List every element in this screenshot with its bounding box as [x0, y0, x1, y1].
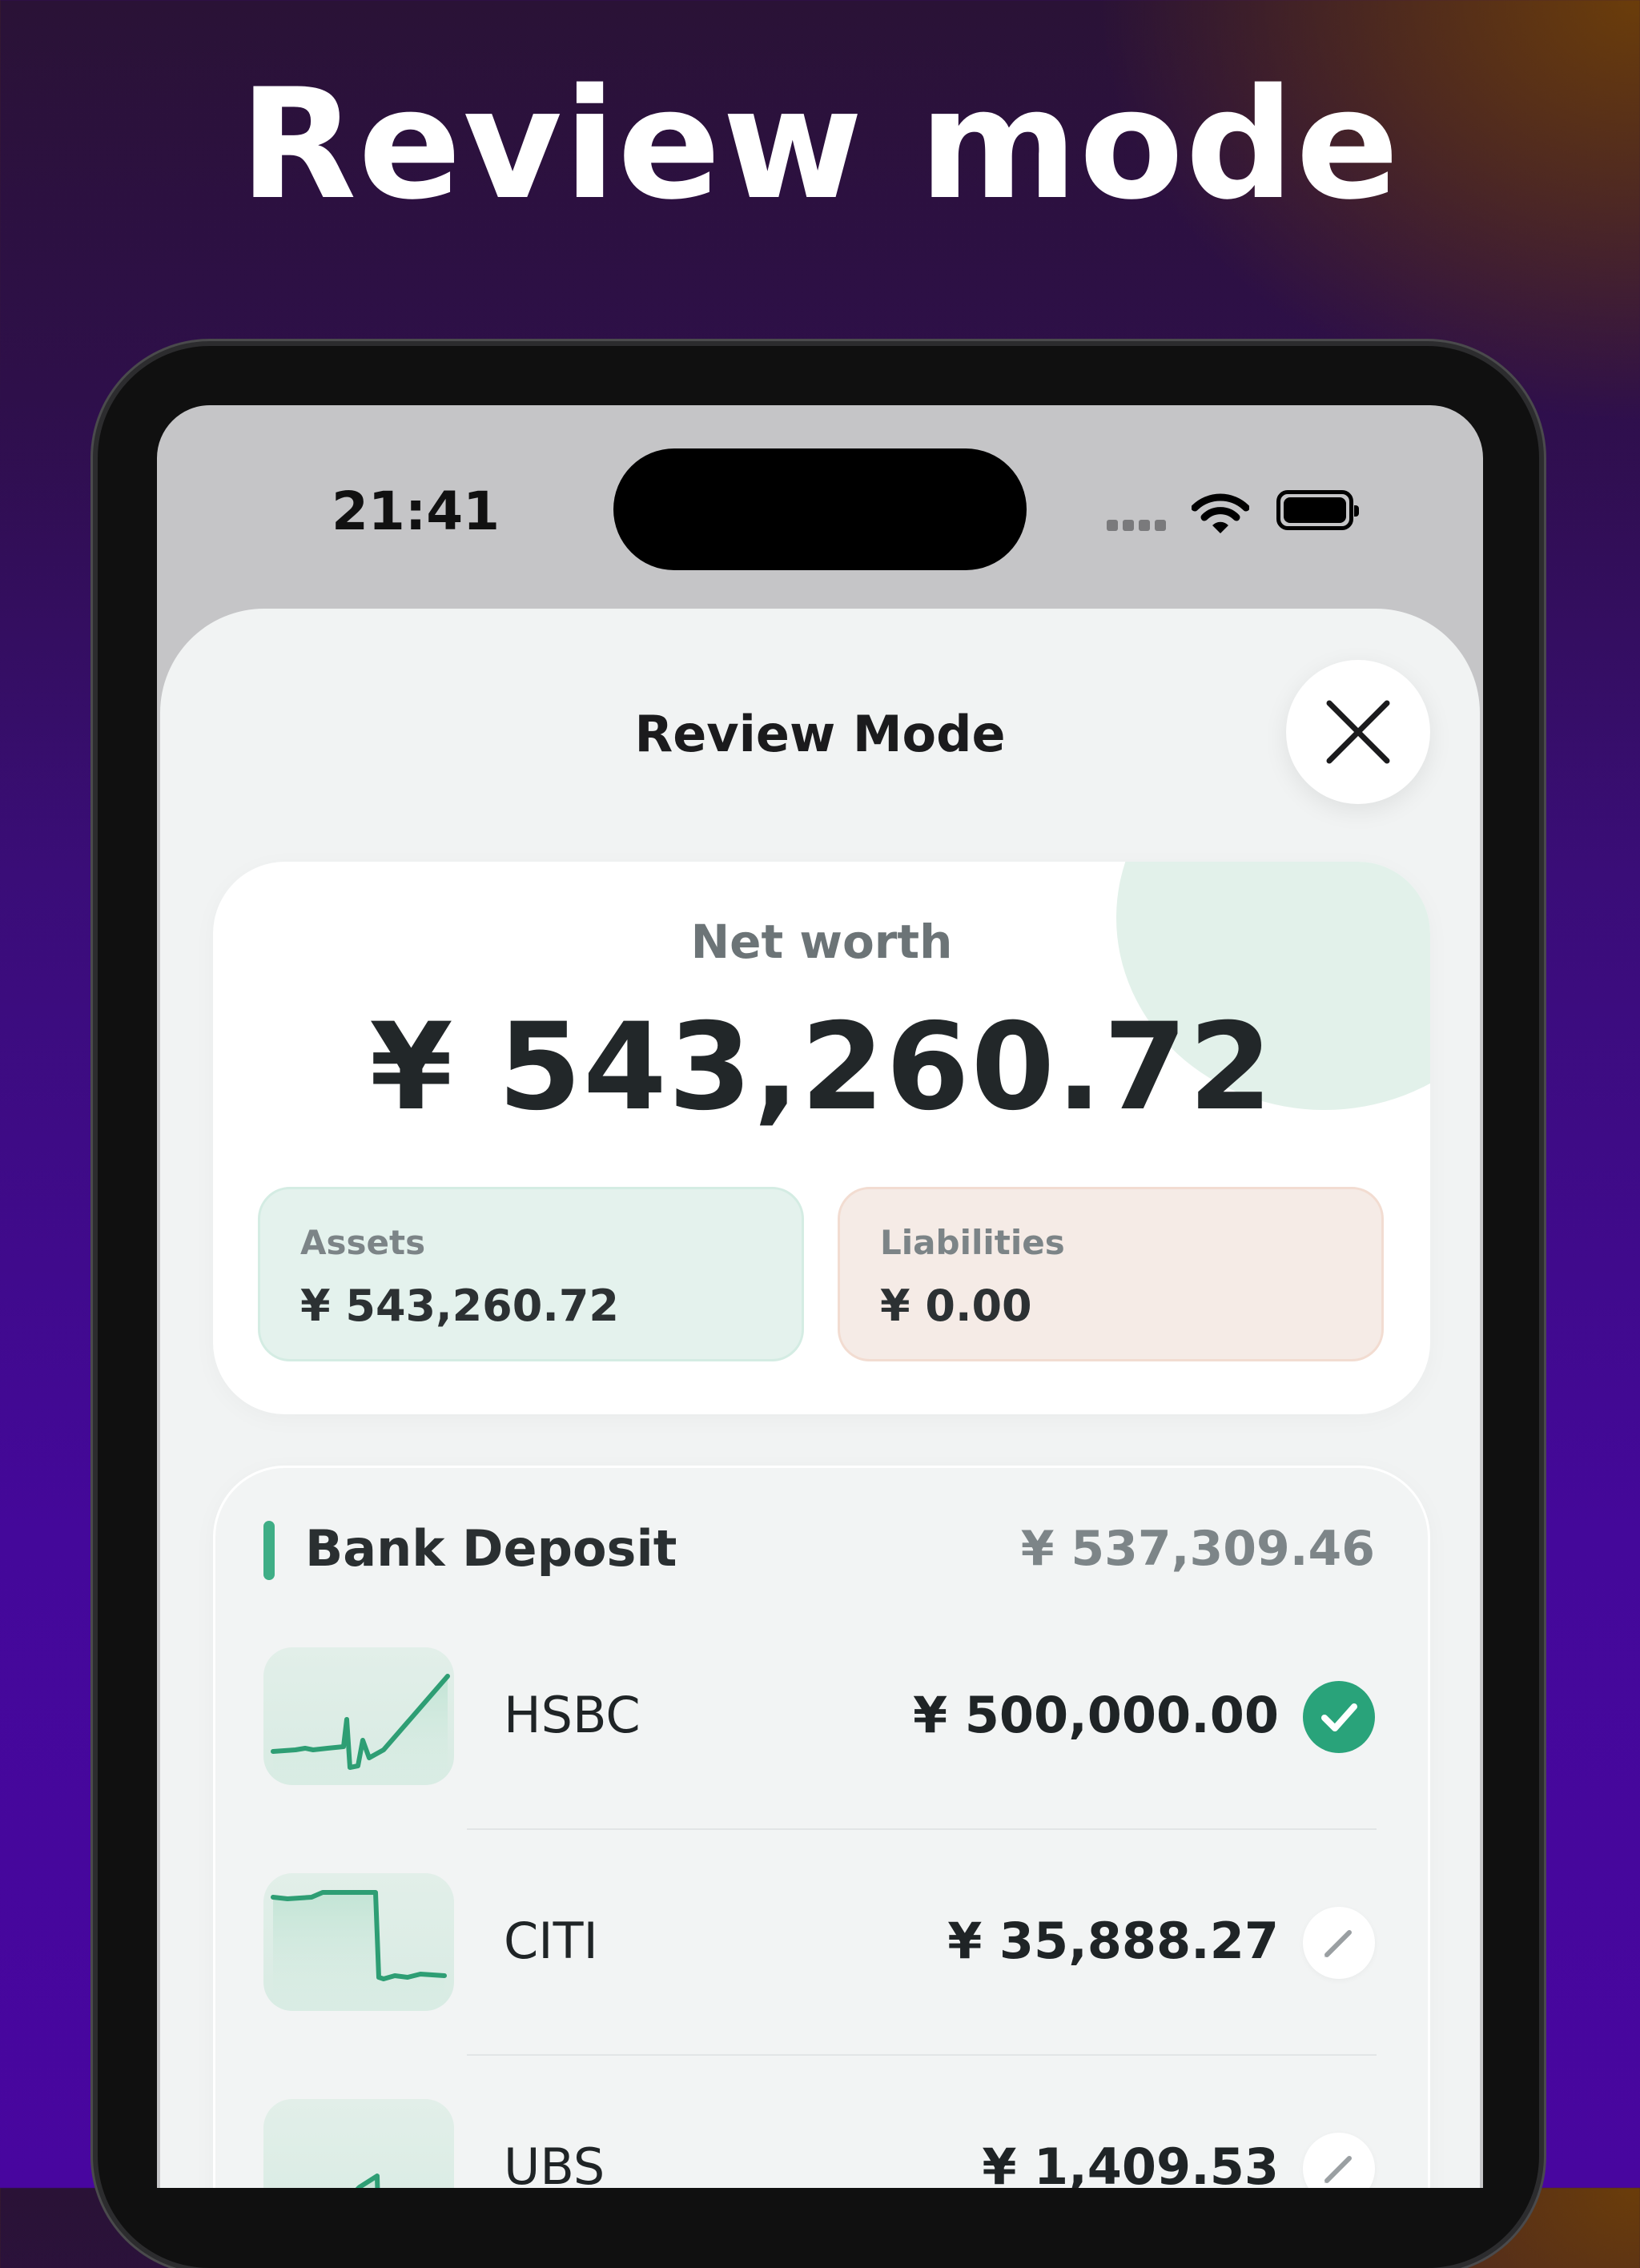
- account-name: CITI: [504, 1912, 598, 1970]
- sheet-title: Review Mode: [634, 705, 1006, 763]
- account-amount: ¥ 500,000.00: [913, 1686, 1279, 1744]
- category-accent-bar: [263, 1521, 275, 1580]
- account-amount: ¥ 35,888.27: [947, 1912, 1279, 1970]
- status-time: 21:41: [332, 481, 500, 542]
- sparkline-chart-icon: [271, 1890, 447, 2011]
- headline: Review mode: [239, 56, 1401, 233]
- assets-label: Assets: [300, 1223, 426, 1262]
- pencil-icon: [1324, 2156, 1352, 2183]
- sparkline-chart-icon: [355, 2174, 380, 2188]
- edit-button[interactable]: [1303, 2133, 1375, 2188]
- dynamic-island: [613, 448, 1027, 570]
- account-amount: ¥ 1,409.53: [982, 2137, 1279, 2188]
- edit-button[interactable]: [1303, 1907, 1375, 1979]
- row-divider: [467, 1828, 1377, 1830]
- account-name: HSBC: [504, 1686, 641, 1744]
- close-button[interactable]: [1286, 660, 1430, 804]
- sparkline-chart-icon: [271, 1674, 450, 1785]
- device-screen: 21:41 Review Mode Net worth ¥ 543,260.72…: [157, 405, 1483, 2188]
- category-total: ¥ 537,309.46: [1020, 1521, 1375, 1577]
- sparkline-thumbnail: [263, 1647, 454, 1785]
- account-name: UBS: [504, 2137, 605, 2188]
- liabilities-label: Liabilities: [880, 1223, 1065, 1262]
- account-row-hsbc[interactable]: HSBC ¥ 500,000.00: [215, 1647, 1428, 1840]
- net-worth-card: Net worth ¥ 543,260.72 Assets ¥ 543,260.…: [213, 862, 1430, 1414]
- liabilities-summary[interactable]: Liabilities ¥ 0.00: [838, 1187, 1384, 1361]
- wifi-icon: [1192, 493, 1249, 533]
- review-sheet: Review Mode Net worth ¥ 543,260.72 Asset…: [160, 609, 1480, 2188]
- row-divider: [467, 2054, 1377, 2056]
- battery-icon: [1276, 490, 1359, 530]
- liabilities-value: ¥ 0.00: [880, 1281, 1032, 1331]
- net-worth-label: Net worth: [690, 915, 953, 969]
- check-circle-icon: [1321, 1703, 1357, 1731]
- bank-deposit-card: Bank Deposit ¥ 537,309.46 HSBC ¥ 500,000…: [213, 1466, 1430, 2188]
- account-row-ubs[interactable]: UBS ¥ 1,409.53: [215, 2099, 1428, 2188]
- close-icon: [1326, 700, 1390, 764]
- account-row-citi[interactable]: CITI ¥ 35,888.27: [215, 1873, 1428, 2065]
- pencil-icon: [1324, 1930, 1352, 1957]
- assets-summary[interactable]: Assets ¥ 543,260.72: [258, 1187, 804, 1361]
- net-worth-value: ¥ 543,260.72: [369, 998, 1274, 1137]
- sparkline-thumbnail: [263, 1873, 454, 2011]
- sparkline-thumbnail: [263, 2099, 454, 2188]
- category-title: Bank Deposit: [305, 1519, 677, 1578]
- assets-value: ¥ 543,260.72: [300, 1281, 619, 1331]
- reviewed-check-button[interactable]: [1303, 1681, 1375, 1753]
- status-bar: 21:41: [157, 405, 1483, 570]
- cellular-signal-icon: [1107, 519, 1176, 531]
